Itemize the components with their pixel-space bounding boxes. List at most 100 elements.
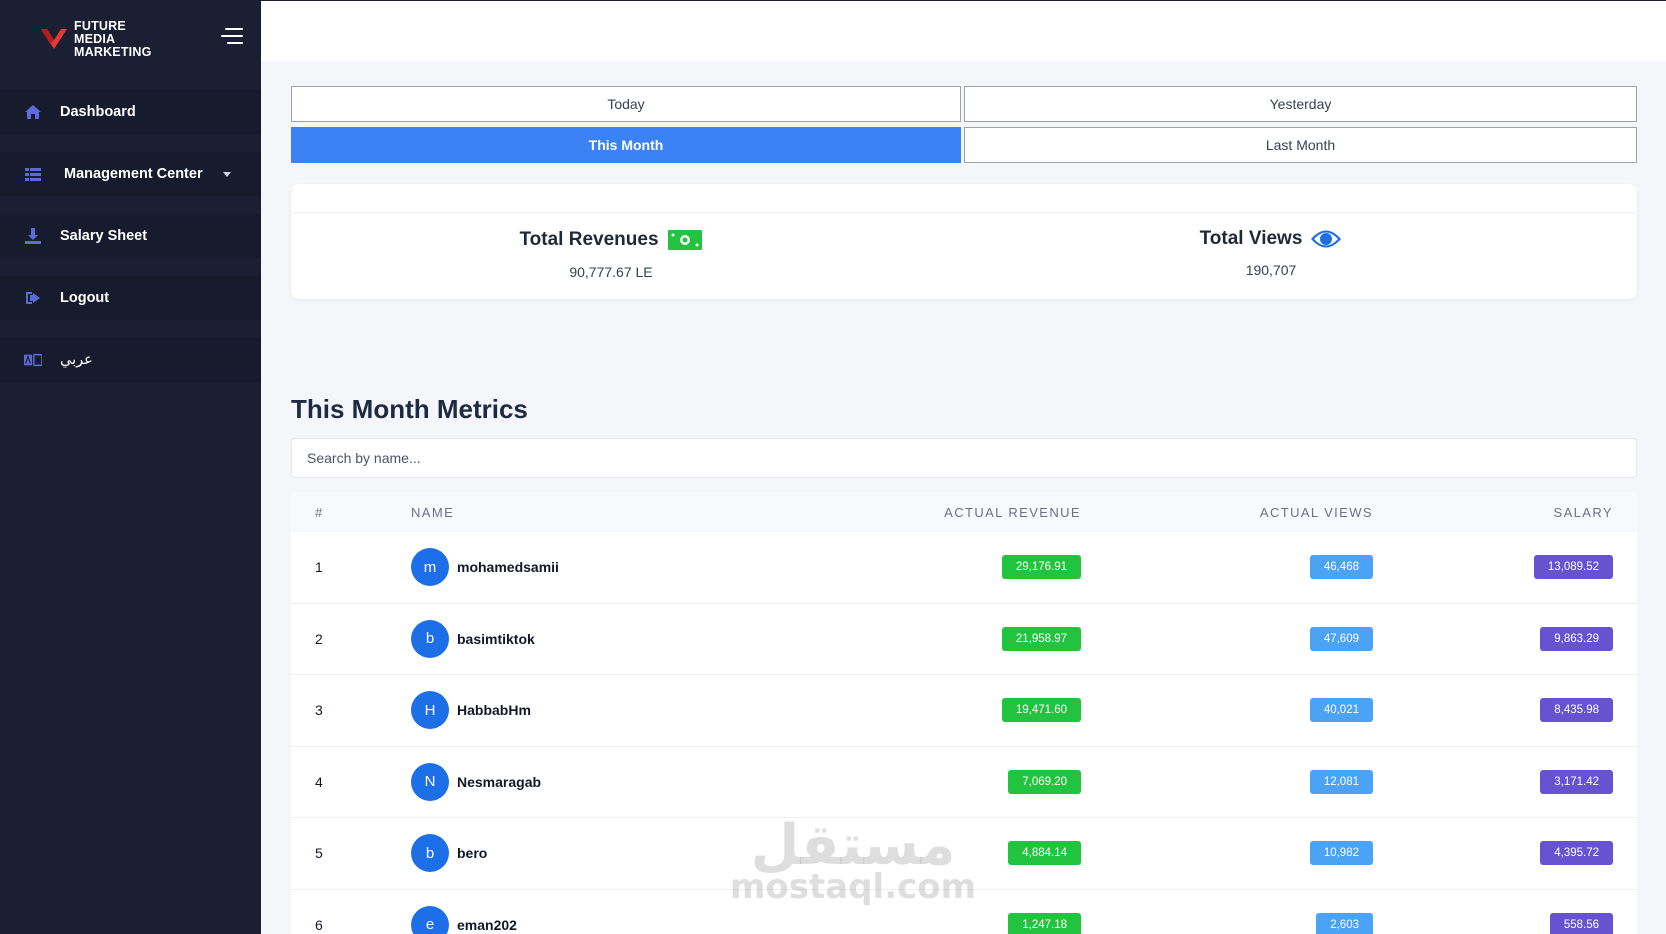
- row-salary-cell: 9,863.29: [1373, 626, 1613, 651]
- views-badge: 40,021: [1309, 698, 1373, 723]
- row-name-cell: m mohamedsamii: [411, 548, 771, 587]
- download-icon: [24, 227, 42, 245]
- row-number: 6: [315, 916, 323, 933]
- brand-logo-icon: [41, 29, 67, 49]
- avatar: b: [411, 834, 449, 873]
- table-row[interactable]: 2 b basimtiktok 21,958.97 47,609 9,863.29: [291, 604, 1637, 675]
- table-row[interactable]: 4 N Nesmaragab 7,069.20 12,081 3,171.42: [291, 747, 1637, 818]
- menu-toggle-icon[interactable]: [221, 28, 243, 46]
- row-name-cell: e eman202: [411, 905, 771, 934]
- salary-badge: 558.56: [1549, 912, 1613, 934]
- chevron-down-icon: [222, 171, 231, 177]
- date-filters: Today Yesterday This Month Last Month: [291, 86, 1637, 163]
- sidebar: FUTURE MEDIA MARKETING Dashboard Managem…: [0, 0, 261, 934]
- table-row[interactable]: 1 m mohamedsamii 29,176.91 46,468 13,089.52: [291, 532, 1637, 604]
- filter-yesterday-button[interactable]: Yesterday: [964, 86, 1637, 122]
- row-username[interactable]: Nesmaragab: [457, 774, 541, 790]
- metrics-table: # NAME ACTUAL REVENUE ACTUAL VIEWS SALAR…: [291, 492, 1637, 934]
- salary-badge: 9,863.29: [1540, 626, 1613, 651]
- column-header-name: NAME: [411, 504, 455, 520]
- row-views-cell: 40,021: [1081, 698, 1373, 723]
- row-username[interactable]: basimtiktok: [457, 631, 535, 647]
- views-badge: 2,603: [1316, 912, 1373, 934]
- row-username[interactable]: mohamedsamii: [457, 559, 559, 575]
- brand-name: FUTURE MEDIA MARKETING: [74, 19, 152, 59]
- table-row[interactable]: 5 b bero 4,884.14 10,982 4,395.72: [291, 818, 1637, 890]
- salary-badge: 4,395.72: [1540, 841, 1613, 866]
- sidebar-item-label: Logout: [60, 290, 110, 306]
- divider: [291, 212, 1637, 213]
- row-views-cell: 2,603: [1081, 912, 1373, 934]
- filter-last-month-button[interactable]: Last Month: [964, 127, 1637, 163]
- row-name-cell: H HabbabHm: [411, 691, 771, 730]
- row-username[interactable]: HabbabHm: [457, 702, 531, 718]
- revenue-badge: 21,958.97: [1001, 626, 1081, 651]
- row-salary-cell: 4,395.72: [1373, 841, 1613, 866]
- row-views-cell: 10,982: [1081, 841, 1373, 866]
- total-revenues-label: Total Revenues: [519, 229, 659, 250]
- row-username[interactable]: bero: [457, 845, 487, 861]
- filter-this-month-button[interactable]: This Month: [291, 127, 961, 163]
- sidebar-item-salary-sheet[interactable]: Salary Sheet: [0, 214, 261, 258]
- total-revenues-value: 90,777.67 LE: [569, 264, 653, 280]
- row-revenue-cell: 1,247.18: [771, 912, 1081, 934]
- row-revenue-cell: 19,471.60: [771, 698, 1081, 723]
- column-header-revenue: ACTUAL REVENUE: [944, 504, 1081, 520]
- sidebar-item-label: Management Center: [64, 166, 203, 182]
- table-row[interactable]: 3 H HabbabHm 19,471.60 40,021 8,435.98: [291, 675, 1637, 747]
- revenue-badge: 29,176.91: [1001, 555, 1081, 580]
- row-views-cell: 47,609: [1081, 626, 1373, 651]
- row-revenue-cell: 4,884.14: [771, 841, 1081, 866]
- total-views-stat: Total Views 190,707: [1151, 228, 1391, 278]
- total-views-value: 190,707: [1245, 262, 1297, 278]
- sidebar-item-management-center[interactable]: Management Center: [0, 152, 261, 196]
- table-header: # NAME ACTUAL REVENUE ACTUAL VIEWS SALAR…: [291, 492, 1637, 532]
- row-number: 3: [315, 702, 323, 719]
- avatar: e: [411, 905, 449, 934]
- salary-badge: 3,171.42: [1540, 769, 1613, 794]
- table-row[interactable]: 6 e eman202 1,247.18 2,603 558.56: [291, 890, 1637, 934]
- views-badge: 12,081: [1309, 769, 1373, 794]
- row-number: 1: [315, 559, 323, 576]
- row-name-cell: N Nesmaragab: [411, 762, 771, 801]
- row-revenue-cell: 21,958.97: [771, 626, 1081, 651]
- table-body: 1 m mohamedsamii 29,176.91 46,468 13,089.52 2 b…: [291, 532, 1637, 934]
- row-salary-cell: 558.56: [1373, 912, 1613, 934]
- search-input[interactable]: [291, 438, 1637, 478]
- column-header-views: ACTUAL VIEWS: [1259, 504, 1373, 520]
- brand-line-2: MEDIA: [74, 31, 116, 46]
- main-content: Today Yesterday This Month Last Month To…: [291, 86, 1637, 299]
- revenue-badge: 1,247.18: [1008, 912, 1081, 934]
- sidebar-item-label: Dashboard: [60, 104, 136, 120]
- sidebar-nav: Dashboard Management Center Salary Sheet…: [0, 90, 261, 382]
- row-number: 4: [315, 773, 323, 790]
- brand-line-3: MARKETING: [74, 44, 152, 59]
- row-salary-cell: 3,171.42: [1373, 769, 1613, 794]
- eye-icon: [1311, 230, 1342, 248]
- column-header-number: #: [315, 504, 324, 520]
- sidebar-item-dashboard[interactable]: Dashboard: [0, 90, 261, 134]
- avatar: m: [411, 548, 449, 587]
- salary-badge: 8,435.98: [1540, 698, 1613, 723]
- row-number: 2: [315, 630, 323, 647]
- language-icon: [24, 351, 42, 369]
- revenue-badge: 7,069.20: [1008, 769, 1081, 794]
- sidebar-item-label: عربي: [60, 352, 93, 368]
- sidebar-item-language[interactable]: عربي: [0, 338, 261, 382]
- logout-icon: [24, 289, 42, 307]
- row-revenue-cell: 29,176.91: [771, 555, 1081, 580]
- sidebar-item-label: Salary Sheet: [60, 228, 148, 244]
- total-views-label: Total Views: [1199, 228, 1303, 249]
- total-views-label-row: Total Views: [1151, 228, 1391, 250]
- row-username[interactable]: eman202: [457, 917, 517, 933]
- revenue-badge: 4,884.14: [1008, 841, 1081, 866]
- total-revenues-stat: Total Revenues 90,777.67 LE: [491, 228, 731, 280]
- metrics-title: This Month Metrics: [291, 394, 528, 424]
- row-views-cell: 12,081: [1081, 769, 1373, 794]
- filter-today-button[interactable]: Today: [291, 86, 961, 122]
- sidebar-item-logout[interactable]: Logout: [0, 276, 261, 320]
- summary-card: Total Revenues 90,777.67 LE Total Views: [291, 184, 1637, 299]
- row-salary-cell: 8,435.98: [1373, 698, 1613, 723]
- row-number: 5: [315, 845, 323, 862]
- revenue-badge: 19,471.60: [1001, 698, 1081, 723]
